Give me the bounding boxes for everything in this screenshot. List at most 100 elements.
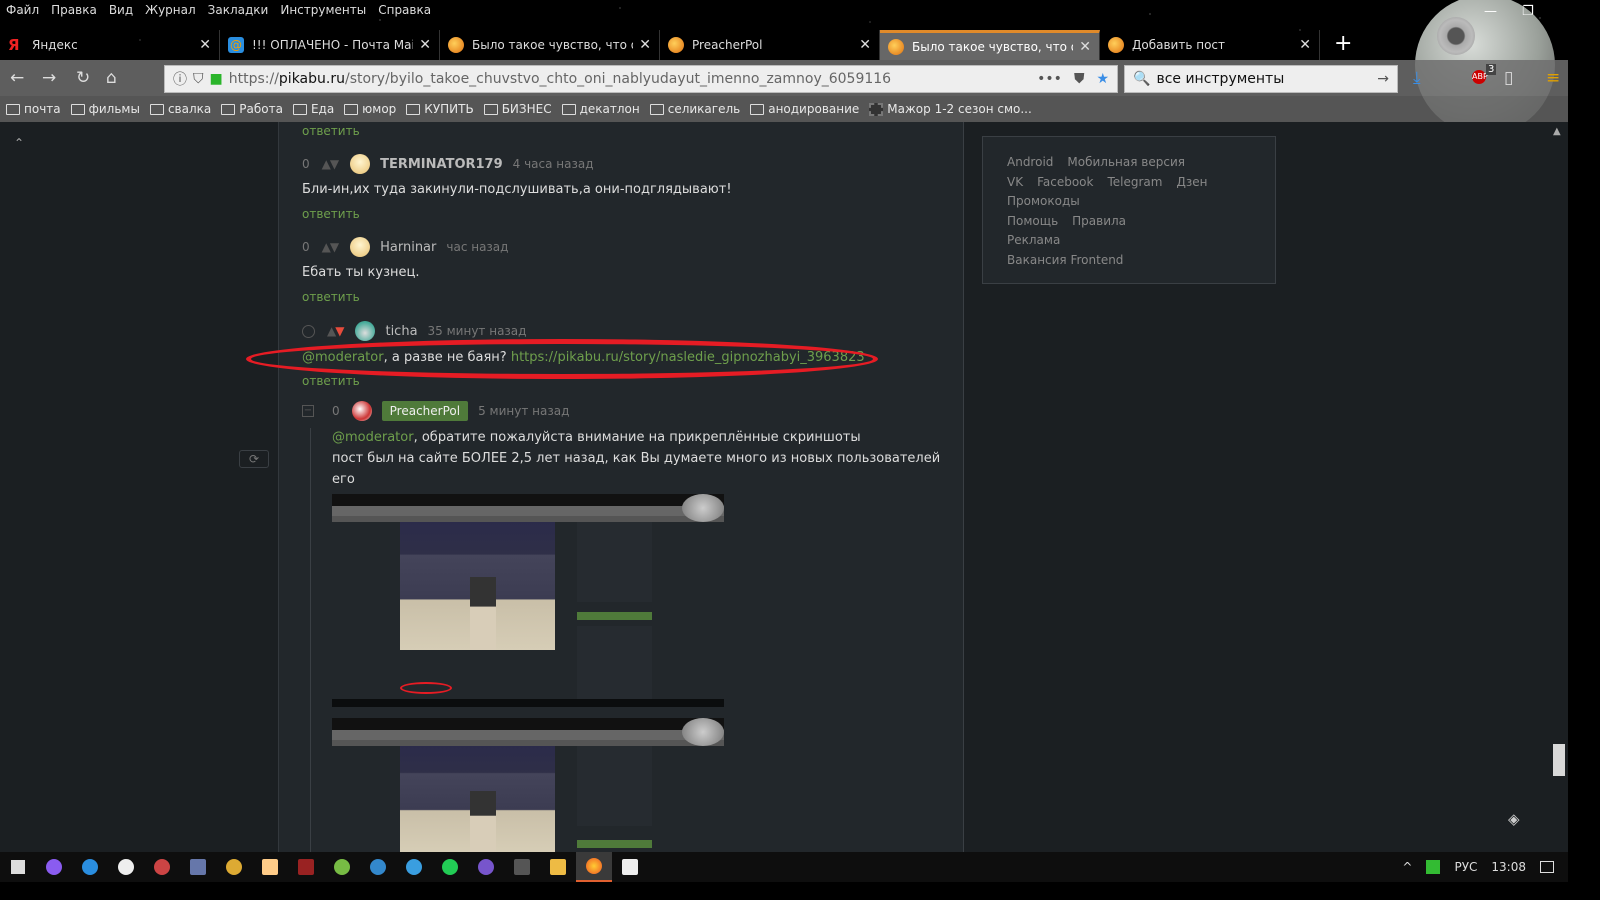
- app-icon[interactable]: [360, 852, 396, 882]
- bookmark-folder[interactable]: КУПИТЬ: [406, 102, 474, 116]
- forward-button[interactable]: →: [42, 68, 56, 88]
- app-icon[interactable]: [252, 852, 288, 882]
- comment-author[interactable]: ticha: [385, 324, 417, 339]
- comment-author[interactable]: TERMINATOR179: [380, 157, 503, 172]
- footer-link[interactable]: Telegram: [1107, 173, 1162, 193]
- bookmark-folder[interactable]: БИЗНЕС: [483, 102, 552, 116]
- app-icon[interactable]: [216, 852, 252, 882]
- close-tab-icon[interactable]: ✕: [419, 37, 431, 53]
- avatar[interactable]: [350, 154, 371, 174]
- comment-author[interactable]: Harninar: [380, 240, 436, 255]
- search-input[interactable]: все инструменты: [1156, 71, 1284, 87]
- footer-link[interactable]: Правила: [1072, 212, 1126, 232]
- bookmark-folder[interactable]: Еда: [292, 102, 334, 116]
- close-tab-icon[interactable]: ✕: [199, 37, 211, 53]
- new-tab-button[interactable]: +: [1320, 30, 1366, 60]
- app-icon[interactable]: [180, 852, 216, 882]
- telegram-icon[interactable]: [396, 852, 432, 882]
- reply-link[interactable]: ответить: [302, 207, 360, 221]
- paint-bucket-icon[interactable]: ◈: [1508, 810, 1520, 828]
- comment-time[interactable]: час назад: [446, 240, 508, 254]
- app-icon[interactable]: [612, 852, 648, 882]
- app-icon[interactable]: [288, 852, 324, 882]
- sidebar-toggle-icon[interactable]: ▯: [1504, 68, 1513, 88]
- menu-help[interactable]: Справка: [372, 0, 437, 22]
- scrollbar-thumb[interactable]: [1553, 744, 1565, 776]
- footer-link[interactable]: VK: [1007, 173, 1023, 193]
- search-bar[interactable]: 🔍 все инструменты →: [1124, 65, 1398, 93]
- bookmark-folder[interactable]: декатлон: [561, 102, 640, 116]
- menu-view[interactable]: Вид: [103, 0, 139, 22]
- footer-link[interactable]: Помощь: [1007, 212, 1058, 232]
- clock[interactable]: 13:08: [1491, 860, 1526, 874]
- search-go-arrow-icon[interactable]: →: [1377, 71, 1389, 87]
- info-icon[interactable]: ⓘ: [173, 69, 187, 89]
- footer-link[interactable]: Android: [1007, 153, 1053, 173]
- search-engine-icon[interactable]: 🔍: [1133, 71, 1150, 87]
- bookmark-folder[interactable]: фильмы: [70, 102, 140, 116]
- calculator-icon[interactable]: [504, 852, 540, 882]
- avatar[interactable]: [351, 401, 372, 421]
- cortana-icon[interactable]: [36, 852, 72, 882]
- bookmark-folder[interactable]: селикагель: [649, 102, 740, 116]
- restore-button[interactable]: ❐: [1522, 4, 1534, 19]
- reply-link[interactable]: ответить: [302, 290, 360, 304]
- home-button[interactable]: ⌂: [106, 68, 117, 88]
- tab-pikabu-post[interactable]: Было такое чувство, что они ✕: [440, 30, 660, 60]
- close-tab-icon[interactable]: ✕: [639, 37, 651, 53]
- back-button[interactable]: ←: [10, 68, 24, 88]
- menu-tools[interactable]: Инструменты: [274, 0, 372, 22]
- start-button[interactable]: [0, 852, 36, 882]
- hamburger-menu-icon[interactable]: ≡: [1546, 68, 1560, 88]
- avatar[interactable]: [350, 237, 371, 257]
- tray-overflow-chevron-icon[interactable]: ^: [1402, 860, 1412, 874]
- comment-time[interactable]: 4 часа назад: [513, 157, 594, 171]
- pocket-icon[interactable]: ⛊: [1074, 71, 1085, 87]
- bookmark-folder[interactable]: юмор: [344, 102, 396, 116]
- adblock-icon[interactable]: ABP: [1472, 70, 1488, 84]
- tab-pikabu-post-active[interactable]: Было такое чувство, что они ✕: [880, 30, 1100, 60]
- app-icon[interactable]: [72, 852, 108, 882]
- close-tab-icon[interactable]: ✕: [1079, 39, 1091, 55]
- footer-link[interactable]: Реклама: [1007, 231, 1060, 251]
- comment-time[interactable]: 5 минут назад: [478, 404, 569, 418]
- tab-yandex[interactable]: Я Яндекс ✕: [0, 30, 220, 60]
- attached-screenshot[interactable]: [332, 718, 724, 852]
- file-explorer-icon[interactable]: [540, 852, 576, 882]
- app-icon[interactable]: [144, 852, 180, 882]
- comment-author-badge[interactable]: PreacherPol: [381, 401, 469, 421]
- mention-link[interactable]: @moderator: [332, 430, 414, 445]
- bookmark-folder[interactable]: почта: [6, 102, 61, 116]
- downloads-icon[interactable]: ⤓: [1413, 68, 1421, 88]
- vote-arrows[interactable]: ▲▼: [322, 240, 339, 254]
- bookmark-folder[interactable]: свалка: [149, 102, 211, 116]
- close-tab-icon[interactable]: ✕: [1299, 37, 1311, 53]
- notifications-icon[interactable]: [1540, 861, 1554, 873]
- whatsapp-icon[interactable]: [432, 852, 468, 882]
- close-tab-icon[interactable]: ✕: [859, 37, 871, 53]
- scroll-up-chevron-icon[interactable]: ⌃: [14, 136, 24, 150]
- tab-mail[interactable]: @ !!! ОПЛАЧЕНО - Почта Mail.Ru ✕: [220, 30, 440, 60]
- bookmark-folder[interactable]: Работа: [221, 102, 283, 116]
- yandex-browser-icon[interactable]: [108, 852, 144, 882]
- tab-preacherpol[interactable]: PreacherPol ✕: [660, 30, 880, 60]
- menu-file[interactable]: Файл: [0, 0, 45, 22]
- menu-bookmarks[interactable]: Закладки: [202, 0, 275, 22]
- page-scrollbar[interactable]: [1550, 122, 1568, 852]
- url-bar[interactable]: ⓘ ⛉ ■ https:// pikabu.ru /story/byilo_ta…: [164, 65, 1118, 93]
- footer-link[interactable]: Дзен: [1176, 173, 1207, 193]
- reply-link[interactable]: ответить: [302, 374, 360, 388]
- attached-screenshot[interactable]: [332, 494, 724, 707]
- firefox-icon[interactable]: [576, 852, 612, 882]
- tracking-shield-icon[interactable]: ⛉: [193, 71, 204, 87]
- footer-link[interactable]: Промокоды: [1007, 192, 1080, 212]
- reload-button[interactable]: ↻: [76, 68, 90, 88]
- bookmark-star-icon[interactable]: ★: [1096, 71, 1109, 87]
- footer-link[interactable]: Facebook: [1037, 173, 1093, 193]
- bookmark-folder[interactable]: анодирование: [750, 102, 859, 116]
- reply-link[interactable]: ответить: [302, 124, 360, 138]
- viber-icon[interactable]: [468, 852, 504, 882]
- minimize-button[interactable]: —: [1484, 4, 1497, 19]
- avatar[interactable]: [355, 321, 376, 341]
- comment-time[interactable]: 35 минут назад: [428, 324, 527, 338]
